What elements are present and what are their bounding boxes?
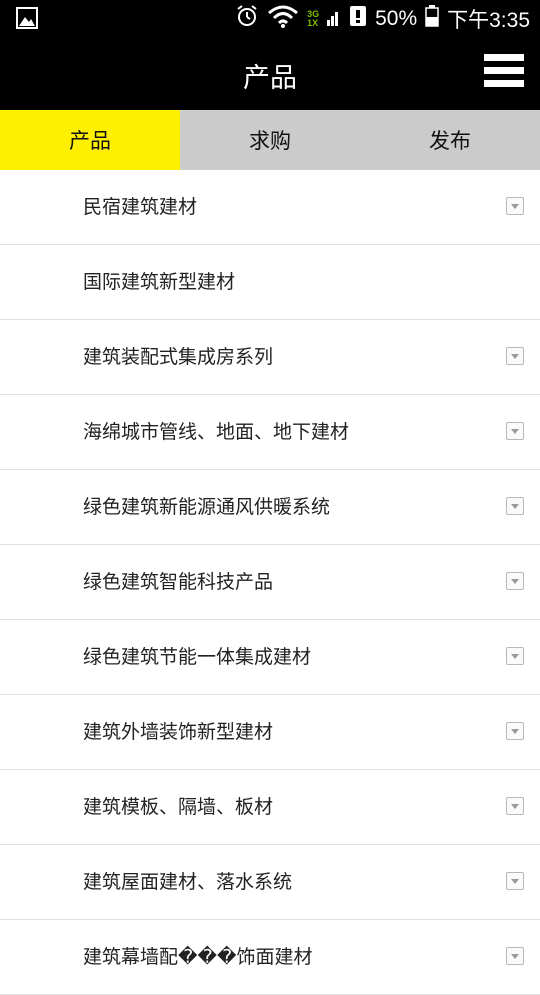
alarm-icon <box>235 4 259 34</box>
notification-alert-icon <box>349 5 367 33</box>
mobile-network-indicator: 3G 1X <box>307 10 319 28</box>
dropdown-arrow-icon[interactable] <box>506 572 524 590</box>
wifi-icon <box>267 4 299 34</box>
dropdown-arrow-icon[interactable] <box>506 872 524 890</box>
list-item[interactable]: 民宿建筑建材 <box>0 170 540 245</box>
tab-publish[interactable]: 发布 <box>360 110 540 170</box>
dropdown-arrow-icon[interactable] <box>506 422 524 440</box>
list-item[interactable]: 建筑外墙装饰新型建材 <box>0 695 540 770</box>
dropdown-arrow-icon[interactable] <box>506 197 524 215</box>
list-item[interactable]: 绿色建筑智能科技产品 <box>0 545 540 620</box>
list-item-label: 海绵城市管线、地面、地下建材 <box>83 421 350 443</box>
tab-purchase-requests[interactable]: 求购 <box>180 110 360 170</box>
battery-icon <box>425 5 439 33</box>
list-item-label: 绿色建筑节能一体集成建材 <box>83 646 312 668</box>
battery-percent: 50% <box>375 7 418 30</box>
dropdown-arrow-icon[interactable] <box>506 347 524 365</box>
clock-time: 下午3:35 <box>447 9 530 32</box>
list-item[interactable]: 建筑幕墙配���饰面建材 <box>0 920 540 995</box>
tab-bar: 产品 求购 发布 <box>0 110 540 170</box>
list-item[interactable]: 绿色建筑节能一体集成建材 <box>0 620 540 695</box>
dropdown-arrow-icon[interactable] <box>506 947 524 965</box>
list-item-label: 建筑装配式集成房系列 <box>83 346 274 368</box>
list-item[interactable]: 建筑屋面建材、落水系统 <box>0 845 540 920</box>
dropdown-arrow-icon[interactable] <box>506 647 524 665</box>
list-item-label: 绿色建筑新能源通风供暖系统 <box>83 496 331 518</box>
list-item-label: 民宿建筑建材 <box>83 196 198 218</box>
list-item-label: 建筑屋面建材、落水系统 <box>83 871 293 893</box>
list-item-label: 建筑模板、隔墙、板材 <box>83 796 274 818</box>
list-item-label: 建筑外墙装饰新型建材 <box>83 721 274 743</box>
list-item[interactable]: 国际建筑新型建材 <box>0 245 540 320</box>
list-item[interactable]: 建筑模板、隔墙、板材 <box>0 770 540 845</box>
page-title: 产品 <box>243 63 297 94</box>
list-item-label: 建筑幕墙配���饰面建材 <box>83 946 313 968</box>
dropdown-arrow-icon[interactable] <box>506 722 524 740</box>
list-item-label: 绿色建筑智能科技产品 <box>83 571 274 593</box>
dropdown-arrow-icon[interactable] <box>506 497 524 515</box>
list-item[interactable]: 建筑装配式集成房系列 <box>0 320 540 395</box>
list-item[interactable]: 海绵城市管线、地面、地下建材 <box>0 395 540 470</box>
signal-icon <box>327 6 341 32</box>
network-1x-label: 1X <box>307 18 319 28</box>
status-bar: 3G 1X 50% 下午3:35 <box>0 0 540 38</box>
dropdown-arrow-icon[interactable] <box>506 797 524 815</box>
tab-products[interactable]: 产品 <box>0 110 180 170</box>
gallery-notification-icon <box>16 7 38 29</box>
list-item-label: 国际建筑新型建材 <box>83 271 236 293</box>
hamburger-menu-icon[interactable] <box>484 54 524 92</box>
list-item[interactable]: 绿色建筑新能源通风供暖系统 <box>0 470 540 545</box>
app-bar: 产品 <box>0 38 540 110</box>
category-list: 民宿建筑建材 国际建筑新型建材 建筑装配式集成房系列 海绵城市管线、地面、地下建… <box>0 170 540 995</box>
